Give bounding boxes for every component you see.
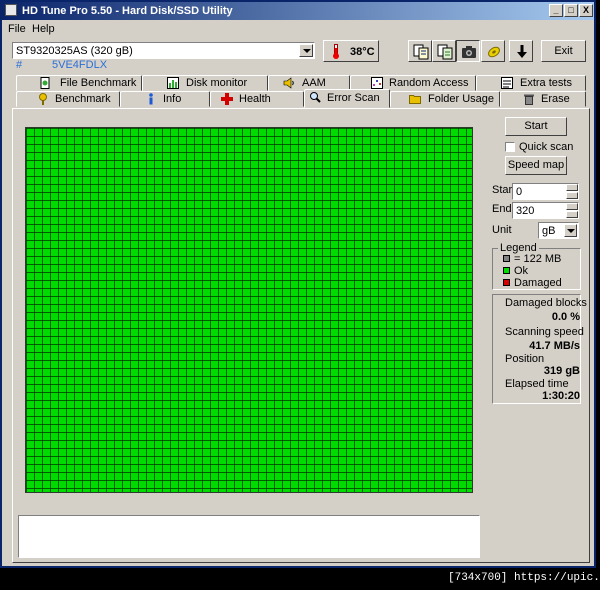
tab-disk-monitor[interactable]: Disk monitor <box>142 75 268 91</box>
tab-label: Folder Usage <box>428 93 495 105</box>
tab-label: Info <box>163 93 182 105</box>
folder-icon <box>409 95 421 104</box>
tab-label: Disk monitor <box>186 77 248 89</box>
tab-label: Random Access <box>389 77 469 89</box>
spin-down-button[interactable] <box>566 211 578 218</box>
tab-label: Benchmark <box>55 93 111 105</box>
minimize-button[interactable]: _ <box>549 4 563 17</box>
quick-scan-checkbox[interactable] <box>505 142 515 152</box>
scan-block-map <box>25 127 473 493</box>
window-title: HD Tune Pro 5.50 - Hard Disk/SSD Utility <box>22 5 233 17</box>
tab-label: Health <box>239 93 271 105</box>
unit-select[interactable]: gB <box>538 222 579 239</box>
camera-icon <box>462 46 476 58</box>
scanning-speed-value: 41.7 MB/s <box>529 340 580 352</box>
benchmark-icon <box>39 93 47 105</box>
scanning-speed-label: Scanning speed <box>505 326 584 338</box>
save-button[interactable] <box>509 40 533 62</box>
copy-info-button[interactable] <box>432 40 456 62</box>
start-button[interactable]: Start <box>505 117 567 136</box>
position-value: 319 gB <box>543 365 580 377</box>
position-label: Position <box>505 353 545 365</box>
elapsed-time-label: Elapsed time <box>505 378 569 390</box>
extra-tests-icon <box>501 77 513 89</box>
tab-label: File Benchmark <box>60 77 137 89</box>
app-icon <box>5 4 17 16</box>
damaged-blocks-value: 0.0 % <box>551 311 580 323</box>
exit-button[interactable]: Exit <box>541 40 586 62</box>
menu-bar: File Help <box>2 21 594 37</box>
tab-info[interactable]: Info <box>120 91 210 107</box>
random-access-icon <box>371 77 383 89</box>
end-position-spinner[interactable]: 320 <box>512 202 579 219</box>
tab-error-scan[interactable]: Error Scan <box>304 89 390 108</box>
magnifier-icon <box>310 92 321 103</box>
spin-down-button[interactable] <box>566 192 578 199</box>
tab-extra-tests[interactable]: Extra tests <box>476 75 586 91</box>
legend-label: = 122 MB <box>514 253 562 265</box>
menu-file[interactable]: File <box>8 23 26 35</box>
tab-benchmark[interactable]: Benchmark <box>16 91 120 107</box>
serial-row: # 5VE4FDLX <box>16 59 107 71</box>
copy-info-icon <box>437 44 453 60</box>
tab-label: Error Scan <box>327 92 380 104</box>
info-icon <box>149 93 153 105</box>
thermometer-icon <box>333 44 339 59</box>
spin-up-button[interactable] <box>566 184 578 191</box>
temperature-display: 38°C <box>323 40 379 62</box>
quick-scan-label: Quick scan <box>519 141 574 153</box>
speed-map-button[interactable]: Speed map <box>505 156 567 175</box>
maximize-button[interactable]: □ <box>564 4 578 17</box>
speaker-icon <box>283 77 294 89</box>
options-icon <box>488 46 500 58</box>
close-button[interactable]: X <box>579 4 593 17</box>
legend-swatch <box>503 255 510 262</box>
legend-label: Damaged <box>514 277 562 289</box>
options-button[interactable] <box>481 40 505 62</box>
copy-text-button[interactable] <box>408 40 432 62</box>
elapsed-time-value: 1:30:20 <box>542 390 580 402</box>
tab-folder-usage[interactable]: Folder Usage <box>390 91 500 107</box>
spin-up-button[interactable] <box>566 203 578 210</box>
start-position-value: 0 <box>516 186 523 198</box>
drive-select[interactable]: ST9320325AS (320 gB) <box>12 42 315 59</box>
chevron-down-icon[interactable] <box>299 44 313 57</box>
end-position-value: 320 <box>516 205 535 217</box>
tab-health[interactable]: Health <box>210 91 304 107</box>
unit-select-value: gB <box>542 225 556 237</box>
down-arrow-icon <box>517 45 527 58</box>
file-benchmark-icon <box>40 77 50 89</box>
legend-label: Ok <box>514 265 529 277</box>
disk-monitor-icon <box>167 77 179 89</box>
copy-text-icon <box>413 44 429 60</box>
screenshot-button[interactable] <box>456 40 480 62</box>
tab-label: Extra tests <box>520 77 572 89</box>
serial-hash: # <box>16 59 23 71</box>
health-cross-icon <box>221 93 233 105</box>
chevron-down-icon[interactable] <box>564 224 577 237</box>
scan-log[interactable] <box>18 515 480 558</box>
legend-swatch <box>503 279 510 286</box>
drive-select-value: ST9320325AS (320 gB) <box>16 45 133 57</box>
temperature-value: 38°C <box>350 46 375 58</box>
serial-number: 5VE4FDLX <box>52 59 108 71</box>
tab-file-benchmark[interactable]: File Benchmark <box>16 75 142 91</box>
tab-label: AAM <box>302 77 326 89</box>
start-position-spinner[interactable]: 0 <box>512 183 579 200</box>
damaged-blocks-label: Damaged blocks <box>505 297 587 309</box>
tab-erase[interactable]: Erase <box>500 91 586 107</box>
legend-swatch <box>503 267 510 274</box>
end-position-label: End <box>492 203 512 215</box>
watermark-text: [734x700] https://upic.me/ <box>448 572 600 584</box>
trash-icon <box>524 94 534 105</box>
unit-label: Unit <box>492 224 512 236</box>
tab-label: Erase <box>541 93 570 105</box>
title-bar[interactable]: HD Tune Pro 5.50 - Hard Disk/SSD Utility… <box>2 2 594 20</box>
menu-help[interactable]: Help <box>32 23 55 35</box>
